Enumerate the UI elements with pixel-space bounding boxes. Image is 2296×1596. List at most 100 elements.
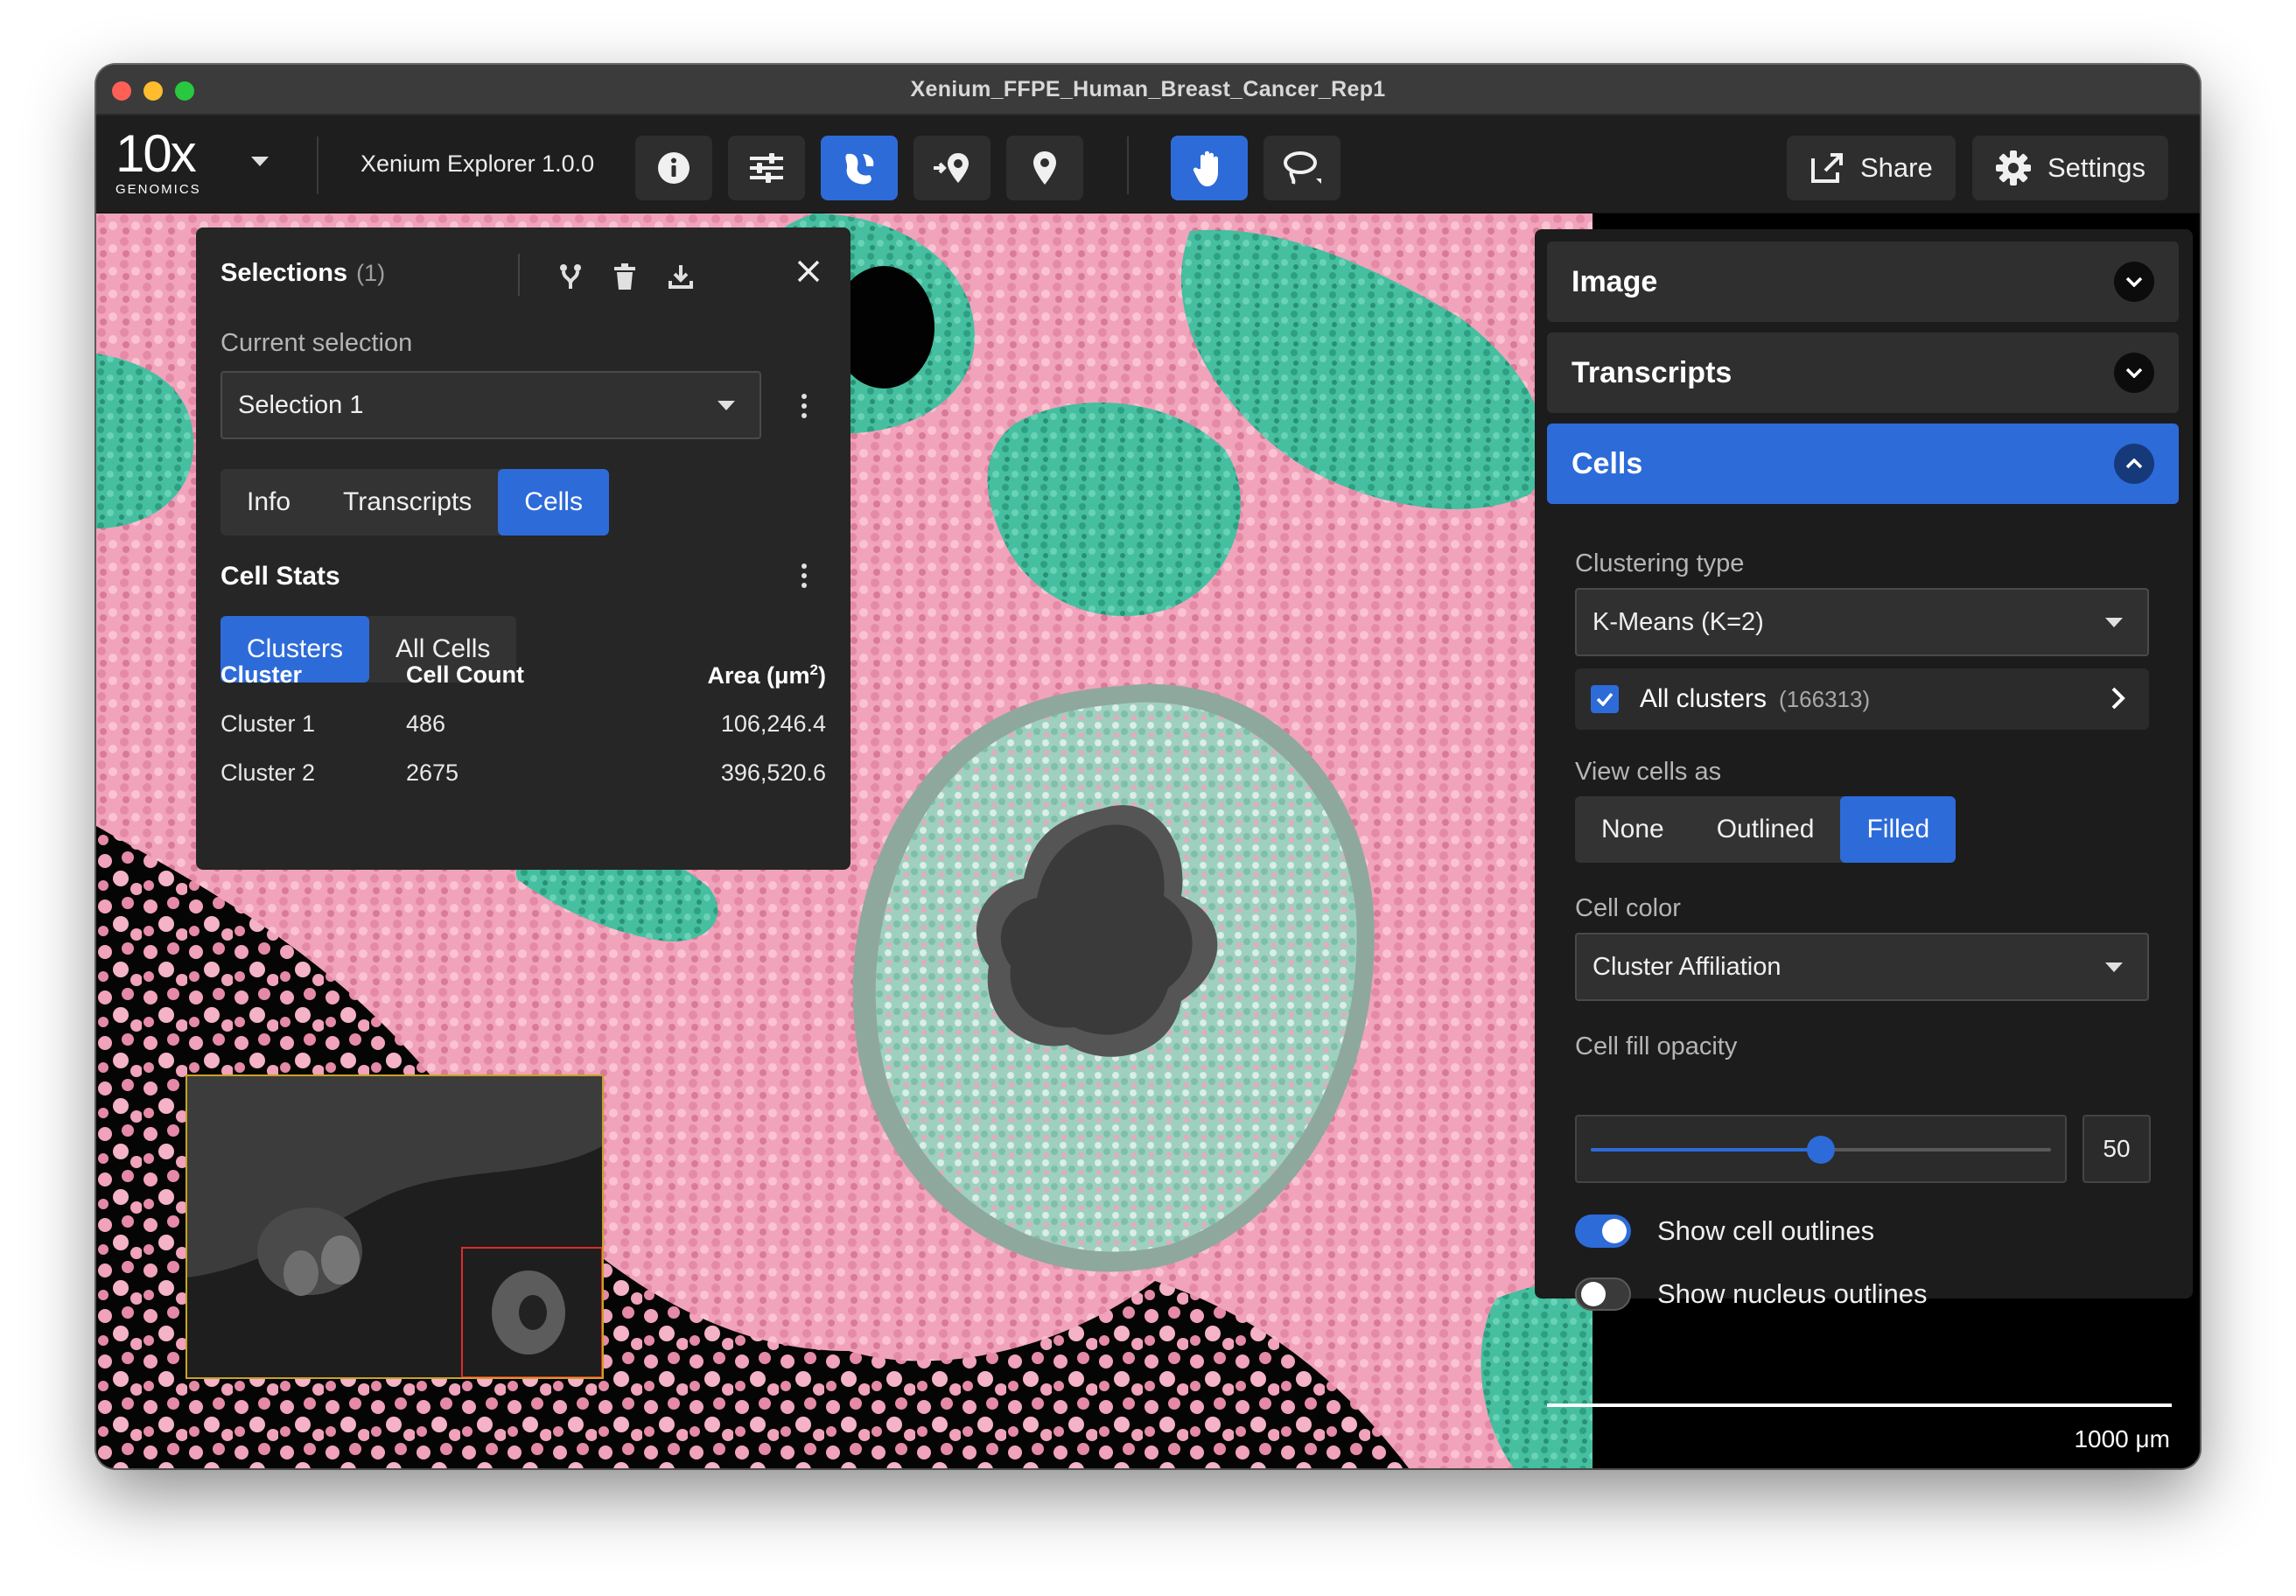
- header-cell-count: Cell Count: [406, 662, 524, 688]
- merge-selection-button[interactable]: [553, 259, 588, 294]
- selections-header: Selections (1): [220, 259, 385, 288]
- header-divider: [518, 254, 520, 296]
- area-value: 396,520.6: [720, 760, 826, 786]
- window-controls: [112, 81, 194, 101]
- gear-icon: [1996, 150, 2031, 186]
- all-clusters-checkbox[interactable]: [1591, 685, 1619, 713]
- show-nucleus-outlines-toggle[interactable]: [1575, 1278, 1631, 1311]
- add-pin-icon: [934, 153, 969, 183]
- chevron-down-icon: [2114, 262, 2154, 302]
- view-cells-none[interactable]: None: [1575, 796, 1690, 863]
- tissue-viewer[interactable]: 1000 μm Selections (1) Current selection…: [96, 214, 2200, 1468]
- cell-stats-more-button[interactable]: [800, 564, 808, 588]
- cell-fill-opacity-slider[interactable]: [1575, 1115, 2067, 1183]
- chevron-right-icon[interactable]: [2110, 686, 2126, 710]
- cell-count: 2675: [406, 760, 459, 786]
- check-icon: [1596, 692, 1614, 706]
- cell-color-label: Cell color: [1575, 894, 1681, 922]
- caret-down-icon: [2105, 618, 2123, 627]
- info-button[interactable]: [635, 136, 712, 200]
- view-cells-label: View cells as: [1575, 758, 1722, 786]
- cell-color-value: Cluster Affiliation: [1592, 952, 1782, 981]
- close-window-button[interactable]: [112, 81, 131, 101]
- accordion-transcripts[interactable]: Transcripts: [1547, 332, 2179, 413]
- adjustments-button[interactable]: [728, 136, 805, 200]
- current-selection-label: Current selection: [220, 329, 413, 357]
- close-icon: [797, 260, 820, 283]
- current-selection-dropdown[interactable]: Selection 1: [220, 371, 761, 439]
- scale-label: 1000 μm: [2074, 1425, 2170, 1452]
- selections-count: (1): [356, 260, 386, 286]
- merge-icon: [560, 264, 581, 289]
- cell-count: 486: [406, 710, 446, 737]
- toolbar: 10x GENOMICS Xenium Explorer 1.0.0 Share…: [96, 116, 2200, 214]
- lasso-button[interactable]: [1264, 136, 1340, 200]
- view-cells-toggle: None Outlined Filled: [1575, 796, 1956, 863]
- pin-icon: [1033, 151, 1056, 185]
- settings-label: Settings: [2048, 152, 2146, 183]
- app-window: Xenium_FFPE_Human_Breast_Cancer_Rep1 10x…: [96, 65, 2200, 1468]
- clustering-type-value: K-Means (K=2): [1592, 607, 1764, 636]
- maximize-window-button[interactable]: [175, 81, 194, 101]
- download-selection-button[interactable]: [663, 259, 698, 294]
- toolbar-divider: [317, 136, 318, 194]
- caret-down-icon: [718, 401, 735, 410]
- tab-cells[interactable]: Cells: [498, 469, 609, 536]
- sliders-icon: [750, 153, 783, 183]
- slider-track[interactable]: [1591, 1136, 2051, 1164]
- all-clusters-count: (166313): [1779, 685, 1871, 712]
- area-value: 106,246.4: [720, 710, 826, 737]
- cell-selection-button[interactable]: [821, 136, 898, 200]
- app-version: Xenium Explorer 1.0.0: [360, 150, 595, 177]
- show-nucleus-outlines-label: Show nucleus outlines: [1657, 1278, 1928, 1309]
- pan-button[interactable]: [1171, 136, 1248, 200]
- cell-stats-table: Cluster Cell Count Area (μm2) Cluster 1 …: [220, 653, 826, 800]
- accordion-image-label: Image: [1572, 264, 1658, 298]
- selections-title: Selections: [220, 259, 348, 287]
- view-cells-filled[interactable]: Filled: [1840, 796, 1956, 863]
- share-button[interactable]: Share: [1787, 136, 1956, 200]
- settings-panel: Image Transcripts Cells Clustering type: [1535, 229, 2193, 1311]
- selection-more-button[interactable]: [800, 394, 808, 418]
- minimize-window-button[interactable]: [144, 81, 163, 101]
- view-cells-outlined[interactable]: Outlined: [1690, 796, 1841, 863]
- chevron-down-icon[interactable]: [250, 156, 270, 172]
- delete-selection-button[interactable]: [607, 259, 642, 294]
- lasso-icon: [1284, 151, 1321, 185]
- accordion-transcripts-label: Transcripts: [1572, 355, 1732, 389]
- cell-color-dropdown[interactable]: Cluster Affiliation: [1575, 933, 2149, 1001]
- info-icon: [658, 152, 690, 184]
- add-pin-button[interactable]: [914, 136, 990, 200]
- cell-fill-opacity-input[interactable]: 50: [2082, 1115, 2151, 1183]
- show-cell-outlines-label: Show cell outlines: [1657, 1215, 1875, 1246]
- table-row: Cluster 1 486 106,246.4: [220, 702, 826, 751]
- settings-button[interactable]: Settings: [1972, 136, 2169, 200]
- window-title: Xenium_FFPE_Human_Breast_Cancer_Rep1: [910, 76, 1386, 102]
- show-cell-outlines-row: Show cell outlines: [1575, 1214, 1874, 1248]
- accordion-cells[interactable]: Cells: [1547, 424, 2179, 504]
- clustering-type-dropdown[interactable]: K-Means (K=2): [1575, 588, 2149, 656]
- current-selection-value: Selection 1: [238, 390, 364, 419]
- close-panel-button[interactable]: [791, 254, 826, 289]
- show-cell-outlines-toggle[interactable]: [1575, 1214, 1631, 1248]
- logo: 10x GENOMICS: [116, 128, 220, 201]
- cluster-name: Cluster 1: [220, 710, 316, 737]
- minimap[interactable]: [186, 1074, 604, 1379]
- slider-thumb[interactable]: [1807, 1136, 1835, 1164]
- header-area-close: ): [818, 662, 826, 689]
- header-area-sup: 2: [809, 662, 818, 678]
- cell-selection-icon: [845, 153, 874, 185]
- all-clusters-row[interactable]: All clusters (166313): [1575, 668, 2149, 730]
- tab-transcripts[interactable]: Transcripts: [317, 469, 498, 536]
- scale-bar: [1547, 1404, 2172, 1407]
- share-icon: [1811, 153, 1843, 183]
- tab-info[interactable]: Info: [220, 469, 317, 536]
- pan-hand-icon: [1193, 150, 1218, 186]
- logo-subtext: GENOMICS: [116, 182, 201, 197]
- caret-down-icon: [2105, 962, 2123, 972]
- slider-fill: [1591, 1148, 1821, 1152]
- minimap-thumbnail: [187, 1076, 602, 1377]
- pin-button[interactable]: [1006, 136, 1083, 200]
- accordion-image[interactable]: Image: [1547, 242, 2179, 322]
- logo-text: 10x: [116, 124, 197, 183]
